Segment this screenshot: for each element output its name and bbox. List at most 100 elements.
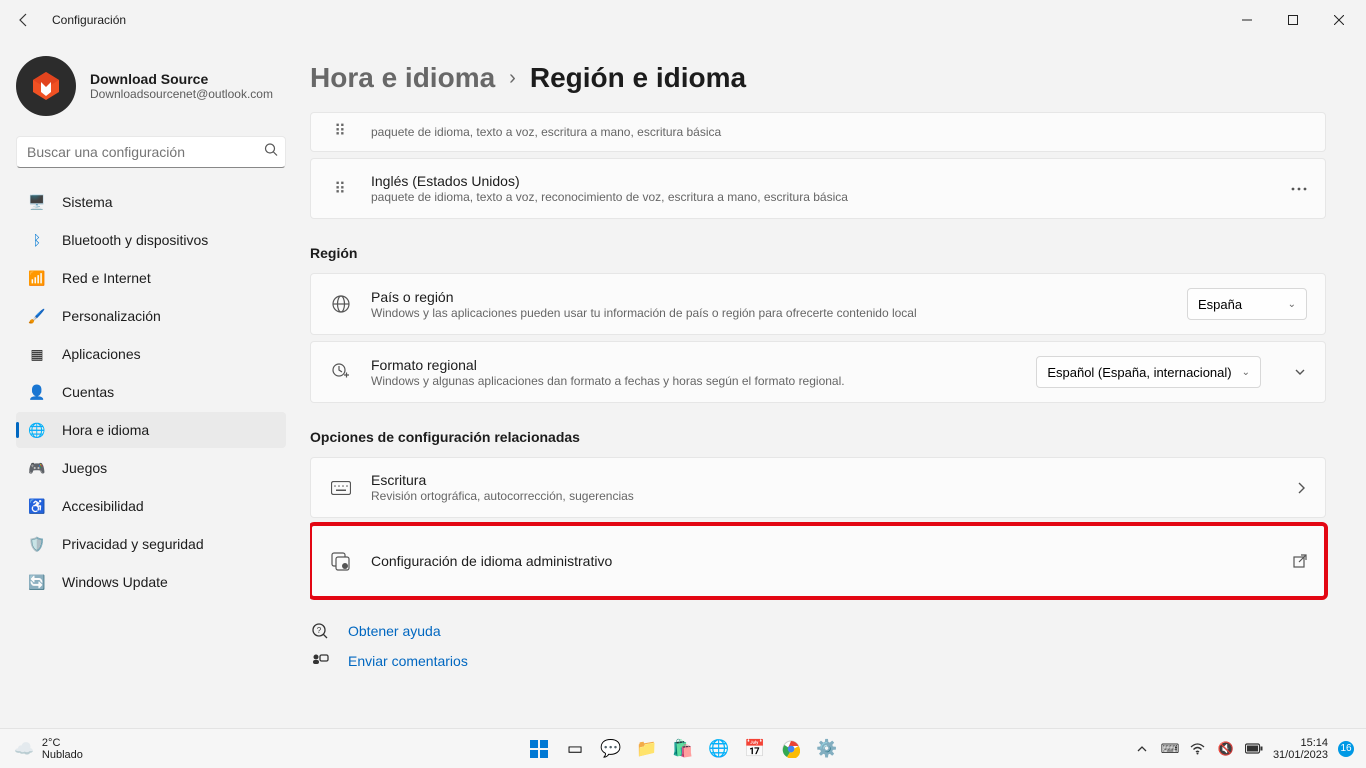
file-explorer-button[interactable]: 📁: [633, 735, 661, 763]
help-link-label: Obtener ayuda: [348, 623, 441, 639]
chat-button[interactable]: 💬: [597, 735, 625, 763]
chevron-down-icon: ⌄: [1288, 299, 1296, 310]
nav-time-language[interactable]: 🌐 Hora e idioma: [16, 412, 286, 448]
person-icon: 👤: [28, 383, 46, 401]
user-block[interactable]: Download Source Downloadsourcenet@outloo…: [16, 48, 310, 132]
help-links: ? Obtener ayuda Enviar comentarios: [310, 616, 1326, 676]
country-region-card: País o región Windows y las aplicaciones…: [310, 273, 1326, 335]
country-sub: Windows y las aplicaciones pueden usar t…: [371, 306, 1169, 320]
settings-button[interactable]: ⚙️: [813, 735, 841, 763]
search-input[interactable]: [16, 136, 286, 168]
taskbar-weather[interactable]: ☁️ 2°C Nublado: [0, 737, 83, 761]
more-options-button[interactable]: [1291, 187, 1307, 191]
keyboard-tray-icon[interactable]: ⌨: [1161, 740, 1179, 758]
nav-label: Cuentas: [62, 384, 114, 400]
apps-icon: ▦: [28, 345, 46, 363]
task-view-button[interactable]: ▭: [561, 735, 589, 763]
edge-button[interactable]: 🌐: [705, 735, 733, 763]
language-title: Inglés (Estados Unidos): [371, 173, 1273, 189]
nav-accessibility[interactable]: ♿ Accesibilidad: [16, 488, 286, 524]
regional-format-icon: [329, 362, 353, 382]
admin-title: Configuración de idioma administrativo: [371, 553, 1275, 569]
typing-sub: Revisión ortográfica, autocorrección, su…: [371, 489, 1277, 503]
back-button[interactable]: [4, 0, 44, 40]
svg-text:?: ?: [317, 626, 322, 635]
store-button[interactable]: 🛍️: [669, 735, 697, 763]
nav-update[interactable]: 🔄Windows Update: [16, 564, 286, 600]
feedback-link[interactable]: Enviar comentarios: [310, 646, 1326, 676]
taskbar-center: ▭ 💬 📁 🛍️ 🌐 📅 ⚙️: [525, 735, 841, 763]
typing-card[interactable]: Escritura Revisión ortográfica, autocorr…: [310, 457, 1326, 518]
nav-accounts[interactable]: 👤 Cuentas: [16, 374, 286, 410]
nav-network[interactable]: 📶Red e Internet: [16, 260, 286, 296]
get-help-link[interactable]: ? Obtener ayuda: [310, 616, 1326, 646]
wifi-tray-icon[interactable]: [1189, 740, 1207, 758]
tray-expand-icon[interactable]: [1133, 740, 1151, 758]
search-icon[interactable]: [264, 143, 278, 162]
section-region: Región: [310, 245, 1326, 261]
nav-label: Hora e idioma: [62, 422, 149, 438]
nav-label: Sistema: [62, 194, 113, 210]
notification-count[interactable]: 16: [1338, 741, 1354, 757]
avatar: [16, 56, 76, 116]
nav-privacy[interactable]: 🛡️Privacidad y seguridad: [16, 526, 286, 562]
dropdown-value: España: [1198, 297, 1242, 312]
nav-bluetooth[interactable]: ᛒ Bluetooth y dispositivos: [16, 222, 286, 258]
chevron-down-icon: ⌄: [1242, 367, 1250, 378]
nav-apps[interactable]: ▦ Aplicaciones: [16, 336, 286, 372]
feedback-link-label: Enviar comentarios: [348, 653, 468, 669]
weather-icon: ☁️: [14, 739, 34, 759]
nav-label: Personalización: [62, 308, 161, 324]
help-icon: ?: [310, 622, 330, 640]
drag-handle-icon[interactable]: ⠿: [329, 121, 353, 141]
language-item[interactable]: ⠿ Inglés (Estados Unidos) paquete de idi…: [310, 158, 1326, 219]
expand-button[interactable]: [1293, 365, 1307, 379]
dropdown-value: Español (España, internacional): [1047, 365, 1231, 380]
nav-personalization[interactable]: 🖌️ Personalización: [16, 298, 286, 334]
regional-format-card[interactable]: Formato regional Windows y algunas aplic…: [310, 341, 1326, 403]
search-wrap: [16, 136, 286, 168]
nav-label: Windows Update: [62, 574, 168, 590]
taskbar-clock[interactable]: 15:14 31/01/2023: [1273, 737, 1328, 761]
breadcrumb-parent[interactable]: Hora e idioma: [310, 62, 495, 94]
admin-language-icon: [329, 551, 353, 571]
minimize-button[interactable]: [1224, 0, 1270, 40]
section-related: Opciones de configuración relacionadas: [310, 429, 1326, 445]
nav-gaming[interactable]: 🎮Juegos: [16, 450, 286, 486]
nav-label: Aplicaciones: [62, 346, 141, 362]
external-link-icon: [1293, 554, 1307, 568]
clock-time: 15:14: [1273, 737, 1328, 749]
nav-label: Red e Internet: [62, 270, 151, 286]
language-item-partial[interactable]: ⠿ paquete de idioma, texto a voz, escrit…: [310, 112, 1326, 152]
globe-icon: [329, 294, 353, 314]
breadcrumb: Hora e idioma › Región e idioma: [310, 62, 1326, 94]
admin-language-settings-card[interactable]: Configuración de idioma administrativo: [310, 524, 1326, 598]
maximize-button[interactable]: [1270, 0, 1316, 40]
language-sub: paquete de idioma, texto a voz, reconoci…: [371, 190, 1273, 204]
calendar-button[interactable]: 📅: [741, 735, 769, 763]
country-dropdown[interactable]: España ⌄: [1187, 288, 1307, 320]
nav-label: Bluetooth y dispositivos: [62, 232, 208, 248]
globe-clock-icon: 🌐: [28, 421, 46, 439]
country-title: País o región: [371, 289, 1169, 305]
format-title: Formato regional: [371, 357, 1018, 373]
shield-icon: 🛡️: [28, 535, 46, 553]
feedback-icon: [310, 652, 330, 670]
user-name: Download Source: [90, 71, 273, 87]
nav-system[interactable]: 🖥️Sistema: [16, 184, 286, 220]
accessibility-icon: ♿: [28, 497, 46, 515]
drag-handle-icon[interactable]: ⠿: [329, 179, 353, 199]
nav-label: Accesibilidad: [62, 498, 144, 514]
battery-tray-icon[interactable]: [1245, 740, 1263, 758]
close-button[interactable]: [1316, 0, 1362, 40]
nav-list: 🖥️Sistema ᛒ Bluetooth y dispositivos 📶Red…: [16, 184, 310, 600]
keyboard-icon: [329, 481, 353, 495]
format-dropdown[interactable]: Español (España, internacional) ⌄: [1036, 356, 1261, 388]
volume-tray-icon[interactable]: 🔇: [1217, 740, 1235, 758]
clock-date: 31/01/2023: [1273, 749, 1328, 761]
brush-icon: 🖌️: [28, 307, 46, 325]
chrome-button[interactable]: [777, 735, 805, 763]
bluetooth-icon: ᛒ: [28, 231, 46, 249]
gamepad-icon: 🎮: [28, 459, 46, 477]
start-button[interactable]: [525, 735, 553, 763]
